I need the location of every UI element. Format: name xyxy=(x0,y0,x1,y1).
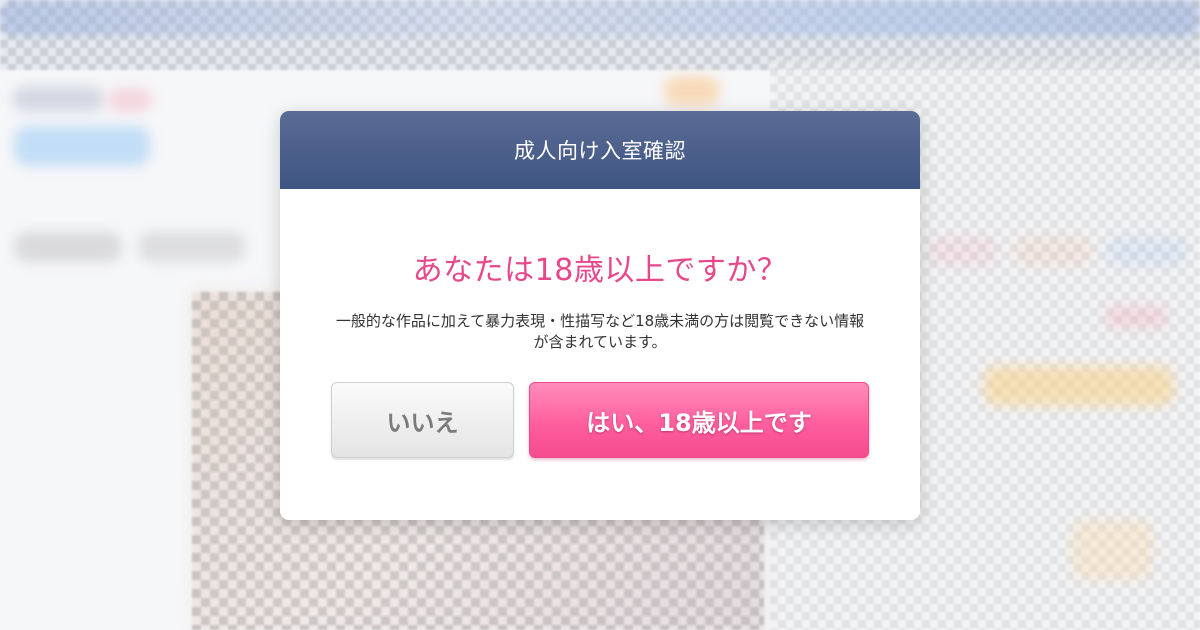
age-verification-dialog: 成人向け入室確認 あなたは18歳以上ですか？ 一般的な作品に加えて暴力表現・性描… xyxy=(280,111,920,520)
no-button[interactable]: いいえ xyxy=(331,382,514,458)
dialog-body: あなたは18歳以上ですか？ 一般的な作品に加えて暴力表現・性描写など18歳未満の… xyxy=(280,189,920,353)
dialog-buttons: いいえ はい、18歳以上です xyxy=(331,382,869,460)
age-question: あなたは18歳以上ですか？ xyxy=(412,253,788,288)
dialog-header: 成人向け入室確認 xyxy=(280,111,920,189)
yes-over-18-button[interactable]: はい、18歳以上です xyxy=(529,382,869,458)
dialog-title: 成人向け入室確認 xyxy=(514,139,686,163)
warning-description: 一般的な作品に加えて暴力表現・性描写など18歳未満の方は閲覧できない情報が含まれ… xyxy=(335,312,865,351)
